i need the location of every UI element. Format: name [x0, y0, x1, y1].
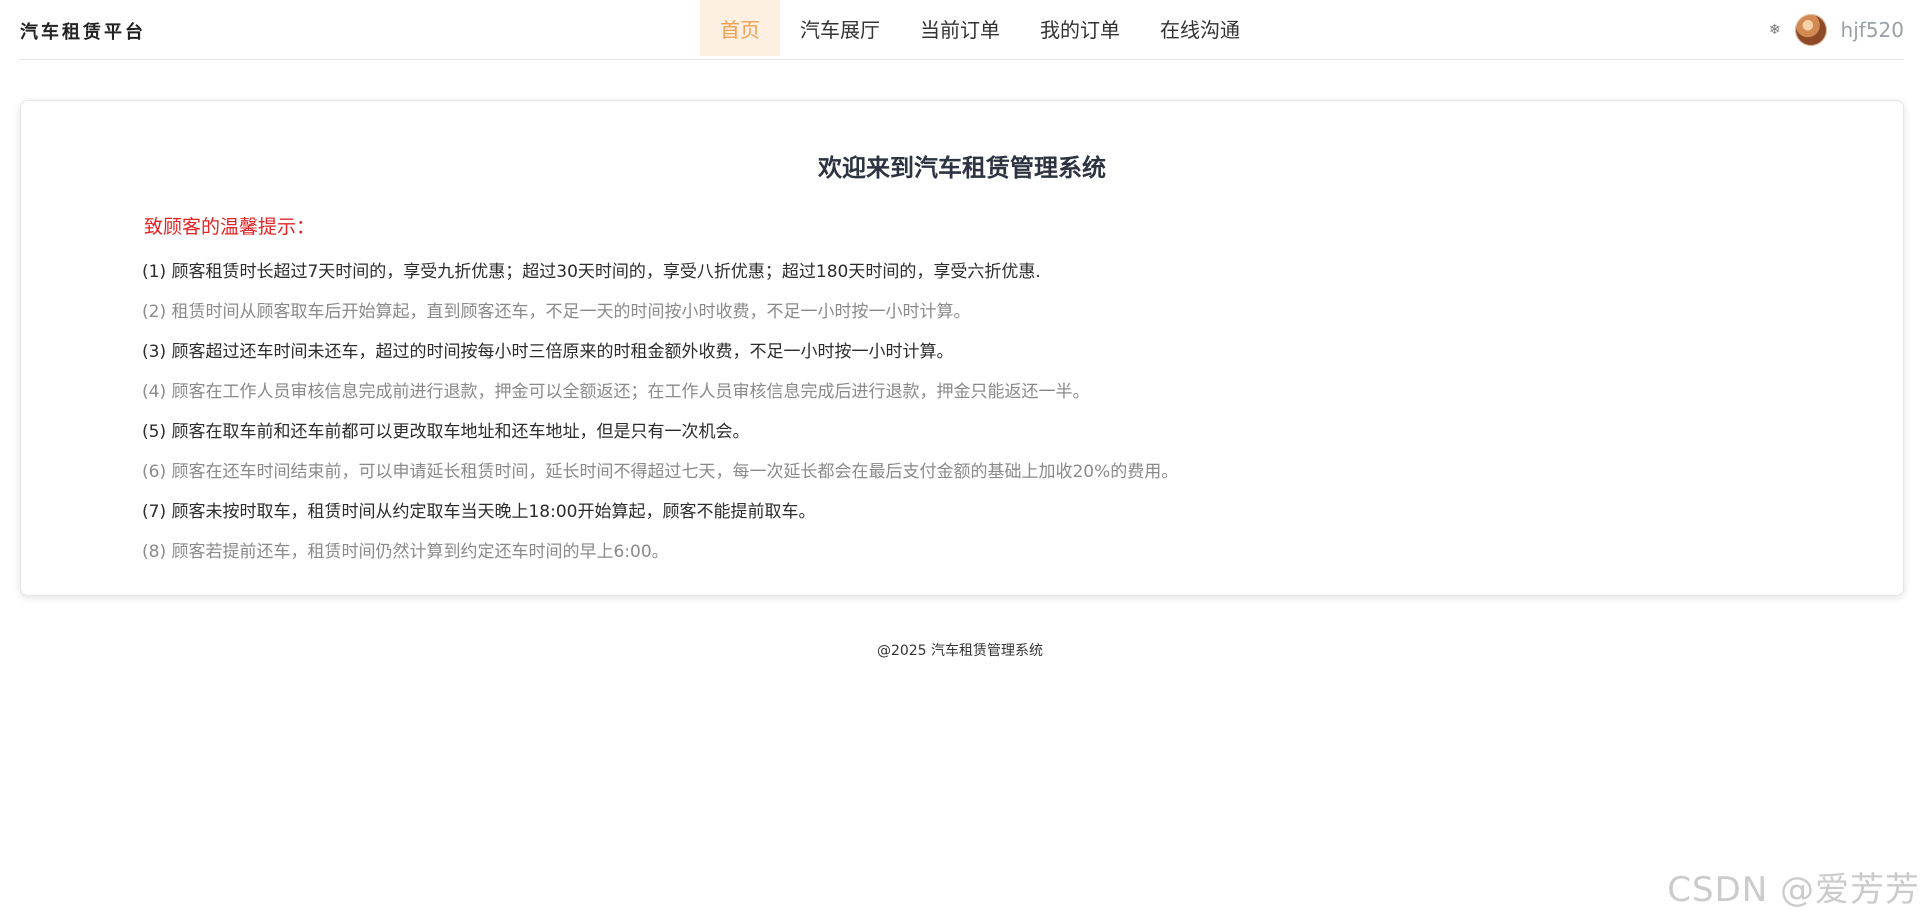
- user-area: ❄ hjf520: [1769, 13, 1904, 47]
- avatar[interactable]: [1794, 14, 1827, 46]
- nav-item-my-orders[interactable]: 我的订单: [1020, 0, 1140, 56]
- page-title: 欢迎来到汽车租赁管理系统: [818, 154, 1106, 182]
- welcome-card: 欢迎来到汽车租赁管理系统 致顾客的温馨提示： (1) 顾客租赁时长超过7天时间的…: [20, 100, 1904, 596]
- tip-item: (5) 顾客在取车前和还车前都可以更改取车地址和还车地址，但是只有一次机会。: [142, 422, 750, 442]
- watermark: CSDN @爱芳芳: [1667, 870, 1920, 910]
- tip-item: (1) 顾客租赁时长超过7天时间的，享受九折优惠；超过30天时间的，享受八折优惠…: [142, 262, 1041, 282]
- gear-icon[interactable]: ❄: [1769, 22, 1781, 38]
- tip-item: (2) 租赁时间从顾客取车后开始算起，直到顾客还车，不足一天的时间按小时收费，不…: [142, 302, 971, 322]
- footer-copyright: @2025 汽车租赁管理系统: [876, 643, 1044, 659]
- nav-item-home[interactable]: 首页: [700, 0, 780, 56]
- tip-item: (8) 顾客若提前还车，租赁时间仍然计算到约定还车时间的早上6:00。: [142, 542, 669, 562]
- username[interactable]: hjf520: [1841, 18, 1904, 42]
- tip-item: (7) 顾客未按时取车，租赁时间从约定取车当天晚上18:00开始算起，顾客不能提…: [142, 502, 816, 522]
- tip-item: (4) 顾客在工作人员审核信息完成前进行退款，押金可以全额返还；在工作人员审核信…: [142, 382, 1090, 402]
- tips-list: (1) 顾客租赁时长超过7天时间的，享受九折优惠；超过30天时间的，享受八折优惠…: [142, 252, 1642, 572]
- brand-title: 汽车租赁平台: [20, 22, 146, 43]
- notice-title: 致顾客的温馨提示：: [144, 216, 316, 238]
- nav-item-online-chat[interactable]: 在线沟通: [1140, 0, 1260, 56]
- nav-item-car-showroom[interactable]: 汽车展厅: [780, 0, 900, 56]
- top-navigation-bar: 汽车租赁平台 首页 汽车展厅 当前订单 我的订单 在线沟通 ❄ hjf520: [20, 0, 1904, 60]
- tip-item: (3) 顾客超过还车时间未还车，超过的时间按每小时三倍原来的时租金额外收费，不足…: [142, 342, 954, 362]
- main-nav: 首页 汽车展厅 当前订单 我的订单 在线沟通: [700, 0, 1260, 56]
- tip-item: (6) 顾客在还车时间结束前，可以申请延长租赁时间，延长时间不得超过七天，每一次…: [142, 462, 1179, 482]
- nav-item-current-orders[interactable]: 当前订单: [900, 0, 1020, 56]
